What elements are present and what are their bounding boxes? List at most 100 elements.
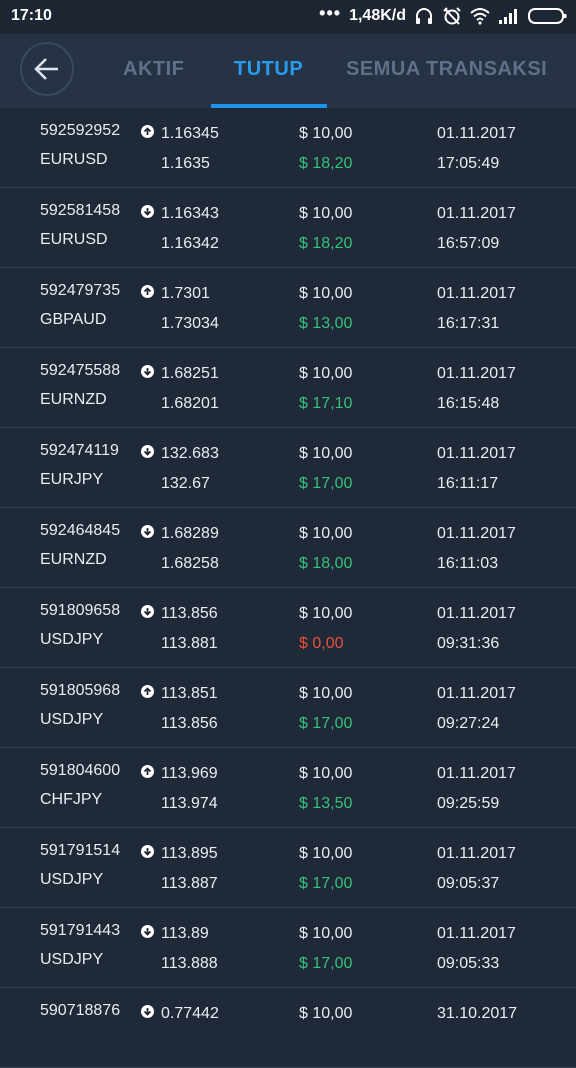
arrow-down-circle-icon [141, 205, 154, 218]
trade-symbol: GBPAUD [40, 311, 107, 328]
trade-id: 591804600 [40, 762, 121, 779]
trade-row[interactable]: 591805968 USDJPY 113.851 113.856 $ 10,00… [0, 668, 576, 748]
trade-payout: $ 18,00 [299, 555, 353, 572]
trade-amount: $ 10,00 [299, 605, 353, 622]
trade-date: 01.11.2017 [437, 765, 516, 782]
trade-amount: $ 10,00 [299, 365, 353, 382]
trade-row[interactable]: 592581458 EURUSD 1.16343 1.16342 $ 10,00… [0, 188, 576, 268]
trade-time: 09:31:36 [437, 635, 500, 652]
trade-date: 01.11.2017 [437, 205, 516, 222]
close-price: 113.888 [161, 955, 218, 972]
open-price: 1.16343 [161, 205, 219, 222]
open-price: 113.851 [161, 685, 218, 702]
trade-payout: $ 17,00 [299, 875, 353, 892]
trade-date: 01.11.2017 [437, 285, 516, 302]
trade-date: 01.11.2017 [437, 525, 516, 542]
trade-time: 09:05:33 [437, 955, 500, 972]
trade-amount: $ 10,00 [299, 205, 353, 222]
open-price: 113.856 [161, 605, 218, 622]
status-time: 17:10 [11, 7, 52, 24]
open-price: 0.77442 [161, 1005, 219, 1022]
open-price: 132.683 [161, 445, 219, 462]
trade-time: 16:15:48 [437, 395, 500, 412]
battery-icon [528, 8, 567, 24]
trade-time: 16:57:09 [437, 235, 500, 252]
arrow-up-circle-icon [141, 285, 154, 298]
open-price: 113.969 [161, 765, 218, 782]
status-icons: ••• 1,48K/d [319, 2, 568, 26]
open-price: 1.68251 [161, 365, 219, 382]
trade-id: 592474119 [40, 442, 119, 459]
trade-amount: $ 10,00 [299, 925, 353, 942]
arrow-down-circle-icon [141, 845, 154, 858]
open-price: 113.895 [161, 845, 218, 862]
arrow-up-circle-icon [141, 125, 154, 138]
tab-aktif[interactable]: AKTIF [123, 58, 184, 81]
trade-date: 01.11.2017 [437, 685, 516, 702]
close-price: 132.67 [161, 475, 210, 492]
trade-amount: $ 10,00 [299, 1005, 353, 1022]
close-price: 113.881 [161, 635, 218, 652]
trade-row[interactable]: 591809658 USDJPY 113.856 113.881 $ 10,00… [0, 588, 576, 668]
trade-symbol: EURUSD [40, 151, 108, 168]
trade-id: 590718876 [40, 1002, 121, 1019]
alarm-off-icon [443, 7, 461, 25]
trade-time: 09:27:24 [437, 715, 500, 732]
headphones-icon [416, 8, 432, 24]
open-price: 1.16345 [161, 125, 219, 142]
trade-row[interactable]: 592479735 GBPAUD 1.7301 1.73034 $ 10,00 … [0, 268, 576, 348]
trade-list[interactable]: 592592952 EURUSD 1.16345 1.1635 $ 10,00 … [0, 108, 576, 1068]
arrow-down-circle-icon [141, 525, 154, 538]
trade-row[interactable]: 591791443 USDJPY 113.89 113.888 $ 10,00 … [0, 908, 576, 988]
open-price: 113.89 [161, 925, 209, 942]
trade-row[interactable]: 592474119 EURJPY 132.683 132.67 $ 10,00 … [0, 428, 576, 508]
trade-payout: $ 0,00 [299, 635, 344, 652]
trade-id: 591791514 [40, 842, 121, 859]
close-price: 1.16342 [161, 235, 219, 252]
more-dots-icon: ••• [319, 2, 342, 23]
network-speed: 1,48K/d [349, 7, 406, 24]
close-price: 113.856 [161, 715, 218, 732]
trade-payout: $ 13,00 [299, 315, 353, 332]
trade-date: 01.11.2017 [437, 845, 516, 862]
trade-row[interactable]: 592464845 EURNZD 1.68289 1.68258 $ 10,00… [0, 508, 576, 588]
back-button[interactable] [20, 42, 74, 96]
trade-amount: $ 10,00 [299, 525, 353, 542]
status-bar: 17:10 ••• 1,48K/d [0, 0, 576, 34]
trade-payout: $ 13,50 [299, 795, 353, 812]
trade-date: 01.11.2017 [437, 125, 516, 142]
trade-amount: $ 10,00 [299, 685, 353, 702]
arrow-up-circle-icon [141, 765, 154, 778]
trade-amount: $ 10,00 [299, 845, 353, 862]
trade-row[interactable]: 591804600 CHFJPY 113.969 113.974 $ 10,00… [0, 748, 576, 828]
close-price: 1.1635 [161, 155, 210, 172]
wifi-icon [470, 8, 490, 25]
trade-date: 31.10.2017 [437, 1005, 518, 1022]
trade-symbol: EURUSD [40, 231, 108, 248]
trade-date: 01.11.2017 [437, 925, 516, 942]
trade-time: 09:25:59 [437, 795, 500, 812]
tab-tutup[interactable]: TUTUP [234, 58, 303, 81]
trade-id: 591805968 [40, 682, 121, 699]
trade-time: 16:11:03 [437, 555, 499, 572]
trade-row[interactable]: 591791514 USDJPY 113.895 113.887 $ 10,00… [0, 828, 576, 908]
trade-symbol: EURNZD [40, 551, 107, 568]
close-price: 113.887 [161, 875, 218, 892]
trade-row[interactable]: 592592952 EURUSD 1.16345 1.1635 $ 10,00 … [0, 108, 576, 188]
close-price: 1.68258 [161, 555, 219, 572]
trade-payout: $ 17,00 [299, 955, 353, 972]
close-price: 113.974 [161, 795, 218, 812]
trade-time: 16:17:31 [437, 315, 500, 332]
arrow-down-circle-icon [141, 1005, 154, 1018]
arrow-left-icon [34, 58, 58, 80]
trade-time: 09:05:37 [437, 875, 500, 892]
trade-id: 591791443 [40, 922, 121, 939]
trade-payout: $ 17,00 [299, 475, 353, 492]
trade-id: 592592952 [40, 122, 121, 139]
tab-semua-transaksi[interactable]: SEMUA TRANSAKSI [346, 58, 547, 81]
trade-row[interactable]: 590718876 0.77442 $ 10,00 31.10.2017 [0, 988, 576, 1068]
trade-row[interactable]: 592475588 EURNZD 1.68251 1.68201 $ 10,00… [0, 348, 576, 428]
trade-symbol: EURNZD [40, 391, 107, 408]
trade-time: 16:11:17 [437, 475, 499, 492]
trade-amount: $ 10,00 [299, 445, 353, 462]
